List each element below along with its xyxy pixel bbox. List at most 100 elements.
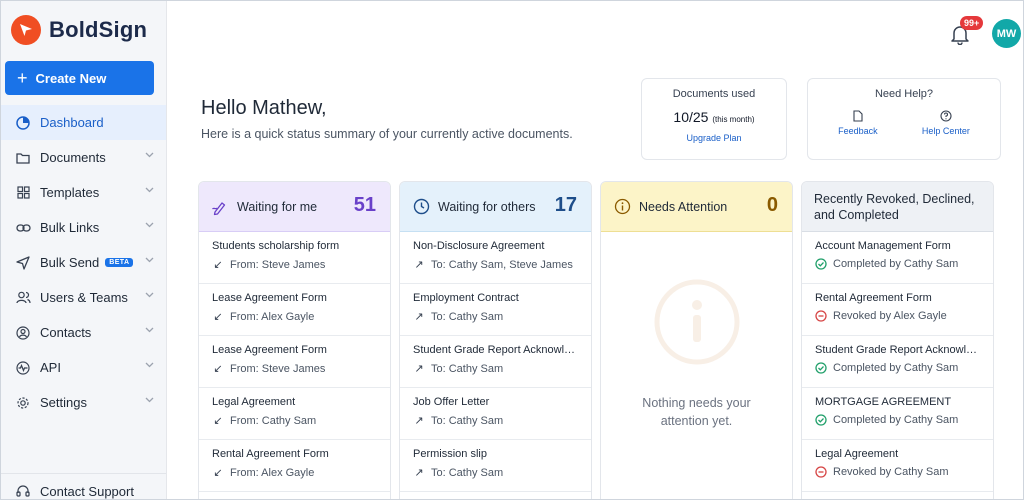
arrow-up-right-icon: ↗: [414, 363, 424, 375]
sender: From: Steve James: [230, 362, 326, 375]
dashboard-icon: [15, 115, 31, 131]
send-icon: [15, 255, 31, 271]
waiting-for-others-header[interactable]: Waiting for others 17: [400, 182, 591, 232]
documents-used-title: Documents used: [672, 88, 756, 100]
document-name: Lease Agreement Form: [212, 344, 327, 356]
app-window: BoldSign + Create New Dashboard Document…: [0, 0, 1024, 500]
chevron-down-icon: [145, 327, 154, 333]
sidebar-item-bulk-links[interactable]: Bulk Links: [1, 210, 166, 245]
app-name: BoldSign: [49, 17, 148, 42]
sidebar-item-bulk-send[interactable]: Bulk Send BETA: [1, 245, 166, 280]
sidebar-item-documents[interactable]: Documents: [1, 140, 166, 175]
document-name: Account Management Form: [815, 240, 951, 252]
help-icon: [940, 110, 952, 122]
recipient: To: Cathy Sam, Steve James: [431, 258, 573, 271]
recent-activity-panel: Recently Revoked, Declined, and Complete…: [801, 181, 994, 499]
create-new-label: Create New: [35, 70, 107, 86]
list-item[interactable]: Student Grade Report Acknowle... Complet…: [802, 336, 993, 388]
beta-badge: BETA: [105, 258, 134, 267]
arrow-up-right-icon: ↗: [414, 311, 424, 323]
sidebar-item-users-teams[interactable]: Users & Teams: [1, 280, 166, 315]
help-center-link[interactable]: Help Center: [922, 110, 970, 136]
needs-attention-title: Needs Attention: [639, 199, 728, 214]
link-icon: [15, 220, 31, 236]
revoked-icon: [815, 310, 827, 322]
avatar[interactable]: MW: [992, 19, 1021, 48]
sidebar-item-label: API: [40, 360, 61, 375]
sidebar-item-dashboard[interactable]: Dashboard: [1, 105, 166, 140]
sender: From: Alex Gayle: [230, 310, 315, 323]
list-item[interactable]: Legal Agreement ↙ From: Cathy Sam: [199, 388, 390, 440]
sidebar-item-label: Contacts: [40, 325, 92, 340]
sidebar-item-api[interactable]: API: [1, 350, 166, 385]
recipient: To: Cathy Sam: [431, 466, 504, 479]
needs-attention-panel: Needs Attention 0 Nothing needs your att…: [600, 181, 793, 499]
arrow-up-right-icon: ↗: [414, 467, 424, 479]
sidebar: BoldSign + Create New Dashboard Document…: [1, 1, 167, 499]
status-text: Completed by Cathy Sam: [833, 258, 959, 270]
needs-attention-header[interactable]: Needs Attention 0: [601, 182, 792, 232]
check-circle-icon: [815, 258, 827, 270]
headset-icon: [15, 483, 31, 499]
sidebar-item-label: Dashboard: [40, 115, 104, 130]
documents-used-card: Documents used 10/25 (this month) Upgrad…: [641, 78, 787, 160]
sender: From: Alex Gayle: [230, 466, 315, 479]
document-name: Legal Agreement: [212, 396, 296, 408]
waiting-for-me-panel: Waiting for me 51 Students scholarship f…: [198, 181, 391, 499]
recipient: To: Cathy Sam: [431, 310, 504, 323]
list-item[interactable]: Permission slip ↗ To: Cathy Sam: [400, 440, 591, 492]
list-item[interactable]: Job Offer Letter ↗ To: Cathy Sam: [400, 388, 591, 440]
status-text: Completed by Cathy Sam: [833, 362, 959, 374]
arrow-up-right-icon: ↗: [414, 415, 424, 427]
list-item[interactable]: Lease Agreement Form ↙ From: Steve James: [199, 336, 390, 388]
arrow-down-left-icon: ↙: [213, 467, 223, 479]
page-subtitle: Here is a quick status summary of your c…: [201, 127, 573, 141]
document-name: Rental Agreement Form: [212, 448, 329, 460]
document-name: Permission slip: [413, 448, 487, 460]
upgrade-plan-link[interactable]: Upgrade Plan: [642, 133, 786, 143]
templates-icon: [15, 185, 31, 201]
sidebar-item-templates[interactable]: Templates: [1, 175, 166, 210]
contacts-icon: [15, 325, 31, 341]
sender: From: Cathy Sam: [230, 414, 317, 427]
recipient: To: Cathy Sam: [431, 362, 504, 375]
contact-support-link[interactable]: Contact Support: [1, 473, 166, 499]
list-item[interactable]: Students scholarship form ↙ From: Steve J…: [199, 232, 390, 284]
list-item[interactable]: MORTGAGE AGREEMENT Completed by Cathy Sa…: [802, 388, 993, 440]
list-item[interactable]: Employment Contract ↗ To: Cathy Sam: [400, 284, 591, 336]
waiting-for-me-header[interactable]: Waiting for me 51: [199, 182, 390, 232]
document-name: Student Grade Report Acknowle...: [815, 344, 981, 356]
recipient: To: Cathy Sam: [431, 414, 504, 427]
list-item[interactable]: Lease Agreement Form ↙ From: Alex Gayle: [199, 284, 390, 336]
logo[interactable]: BoldSign: [11, 15, 147, 45]
sidebar-nav: Dashboard Documents Templates Bulk Links…: [1, 105, 166, 420]
list-item[interactable]: Account Management Form Completed by Cat…: [802, 232, 993, 284]
sidebar-item-label: Bulk Links: [40, 220, 100, 235]
create-new-button[interactable]: + Create New: [5, 61, 154, 95]
empty-state-text: Nothing needs your attention yet.: [642, 396, 751, 428]
status-text: Completed by Cathy Sam: [833, 414, 959, 426]
api-icon: [15, 360, 31, 376]
list-item[interactable]: Legal Agreement Revoked by Cathy Sam: [802, 440, 993, 492]
empty-state: Nothing needs your attention yet.: [601, 232, 792, 499]
list-item[interactable]: Rental Agreement Form ↙ From: Alex Gayle: [199, 440, 390, 492]
clock-icon: [412, 198, 430, 216]
list-item[interactable]: Student Grade Report Acknowle... ↗ To: Ca…: [400, 336, 591, 388]
sidebar-item-settings[interactable]: Settings: [1, 385, 166, 420]
waiting-for-others-title: Waiting for others: [438, 199, 536, 214]
folder-icon: [15, 150, 31, 166]
sidebar-item-contacts[interactable]: Contacts: [1, 315, 166, 350]
usage-count-value: 10/25: [673, 109, 709, 125]
list-item[interactable]: Non-Disclosure Agreement ↗ To: Cathy Sam,…: [400, 232, 591, 284]
status-text: Revoked by Alex Gayle: [833, 310, 947, 322]
chevron-down-icon: [145, 362, 154, 368]
arrow-down-left-icon: ↙: [213, 259, 223, 271]
check-circle-icon: [815, 414, 827, 426]
document-name: Non-Disclosure Agreement: [413, 240, 545, 252]
sidebar-item-label: Users & Teams: [40, 290, 128, 305]
list-item[interactable]: Rental Agreement Form Revoked by Alex Ga…: [802, 284, 993, 336]
usage-period: (this month): [712, 115, 755, 124]
recent-activity-header[interactable]: Recently Revoked, Declined, and Complete…: [802, 182, 993, 232]
feedback-link[interactable]: Feedback: [838, 110, 878, 136]
chevron-down-icon: [145, 152, 154, 158]
